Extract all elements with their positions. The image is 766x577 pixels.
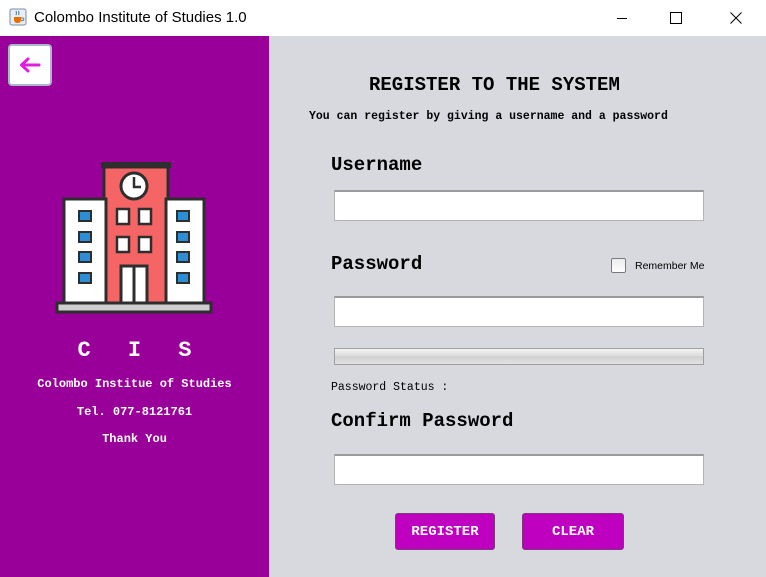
maximize-button[interactable] [653, 0, 699, 36]
password-label: Password [331, 253, 423, 275]
remember-me-option[interactable]: Remember Me [611, 258, 704, 273]
remember-me-checkbox[interactable] [611, 258, 626, 273]
remember-me-label: Remember Me [635, 259, 705, 272]
password-status-label: Password Status : [331, 381, 449, 394]
username-label: Username [331, 154, 423, 176]
sidebar-panel: C I S Colombo Institue of Studies Tel. 0… [0, 36, 269, 577]
username-input[interactable] [334, 190, 704, 221]
clear-button[interactable]: CLEAR [522, 513, 624, 550]
institute-full-name: Colombo Institue of Studies [37, 377, 232, 391]
confirm-password-input[interactable] [334, 454, 704, 485]
java-cup-icon [9, 8, 27, 26]
phone-number: Tel. 077-8121761 [76, 405, 193, 419]
minimize-icon [617, 18, 627, 19]
minimize-button[interactable] [599, 0, 645, 36]
thank-you-text: Thank You [102, 432, 167, 446]
register-button[interactable]: REGISTER [395, 513, 495, 550]
form-heading: REGISTER TO THE SYSTEM [369, 74, 620, 96]
password-strength-bar [334, 348, 704, 365]
back-button[interactable] [8, 44, 52, 86]
password-input[interactable] [334, 296, 704, 327]
window-titlebar: Colombo Institute of Studies 1.0 [0, 0, 766, 36]
school-building-icon [55, 162, 213, 314]
close-button[interactable] [713, 0, 759, 36]
confirm-password-label: Confirm Password [331, 410, 514, 432]
maximize-icon [670, 12, 682, 24]
form-subheading: You can register by giving a username an… [309, 110, 668, 123]
arrow-left-icon [20, 57, 41, 73]
window-title: Colombo Institute of Studies 1.0 [34, 9, 247, 26]
cis-acronym: C I S [77, 338, 204, 363]
close-icon [730, 12, 742, 24]
